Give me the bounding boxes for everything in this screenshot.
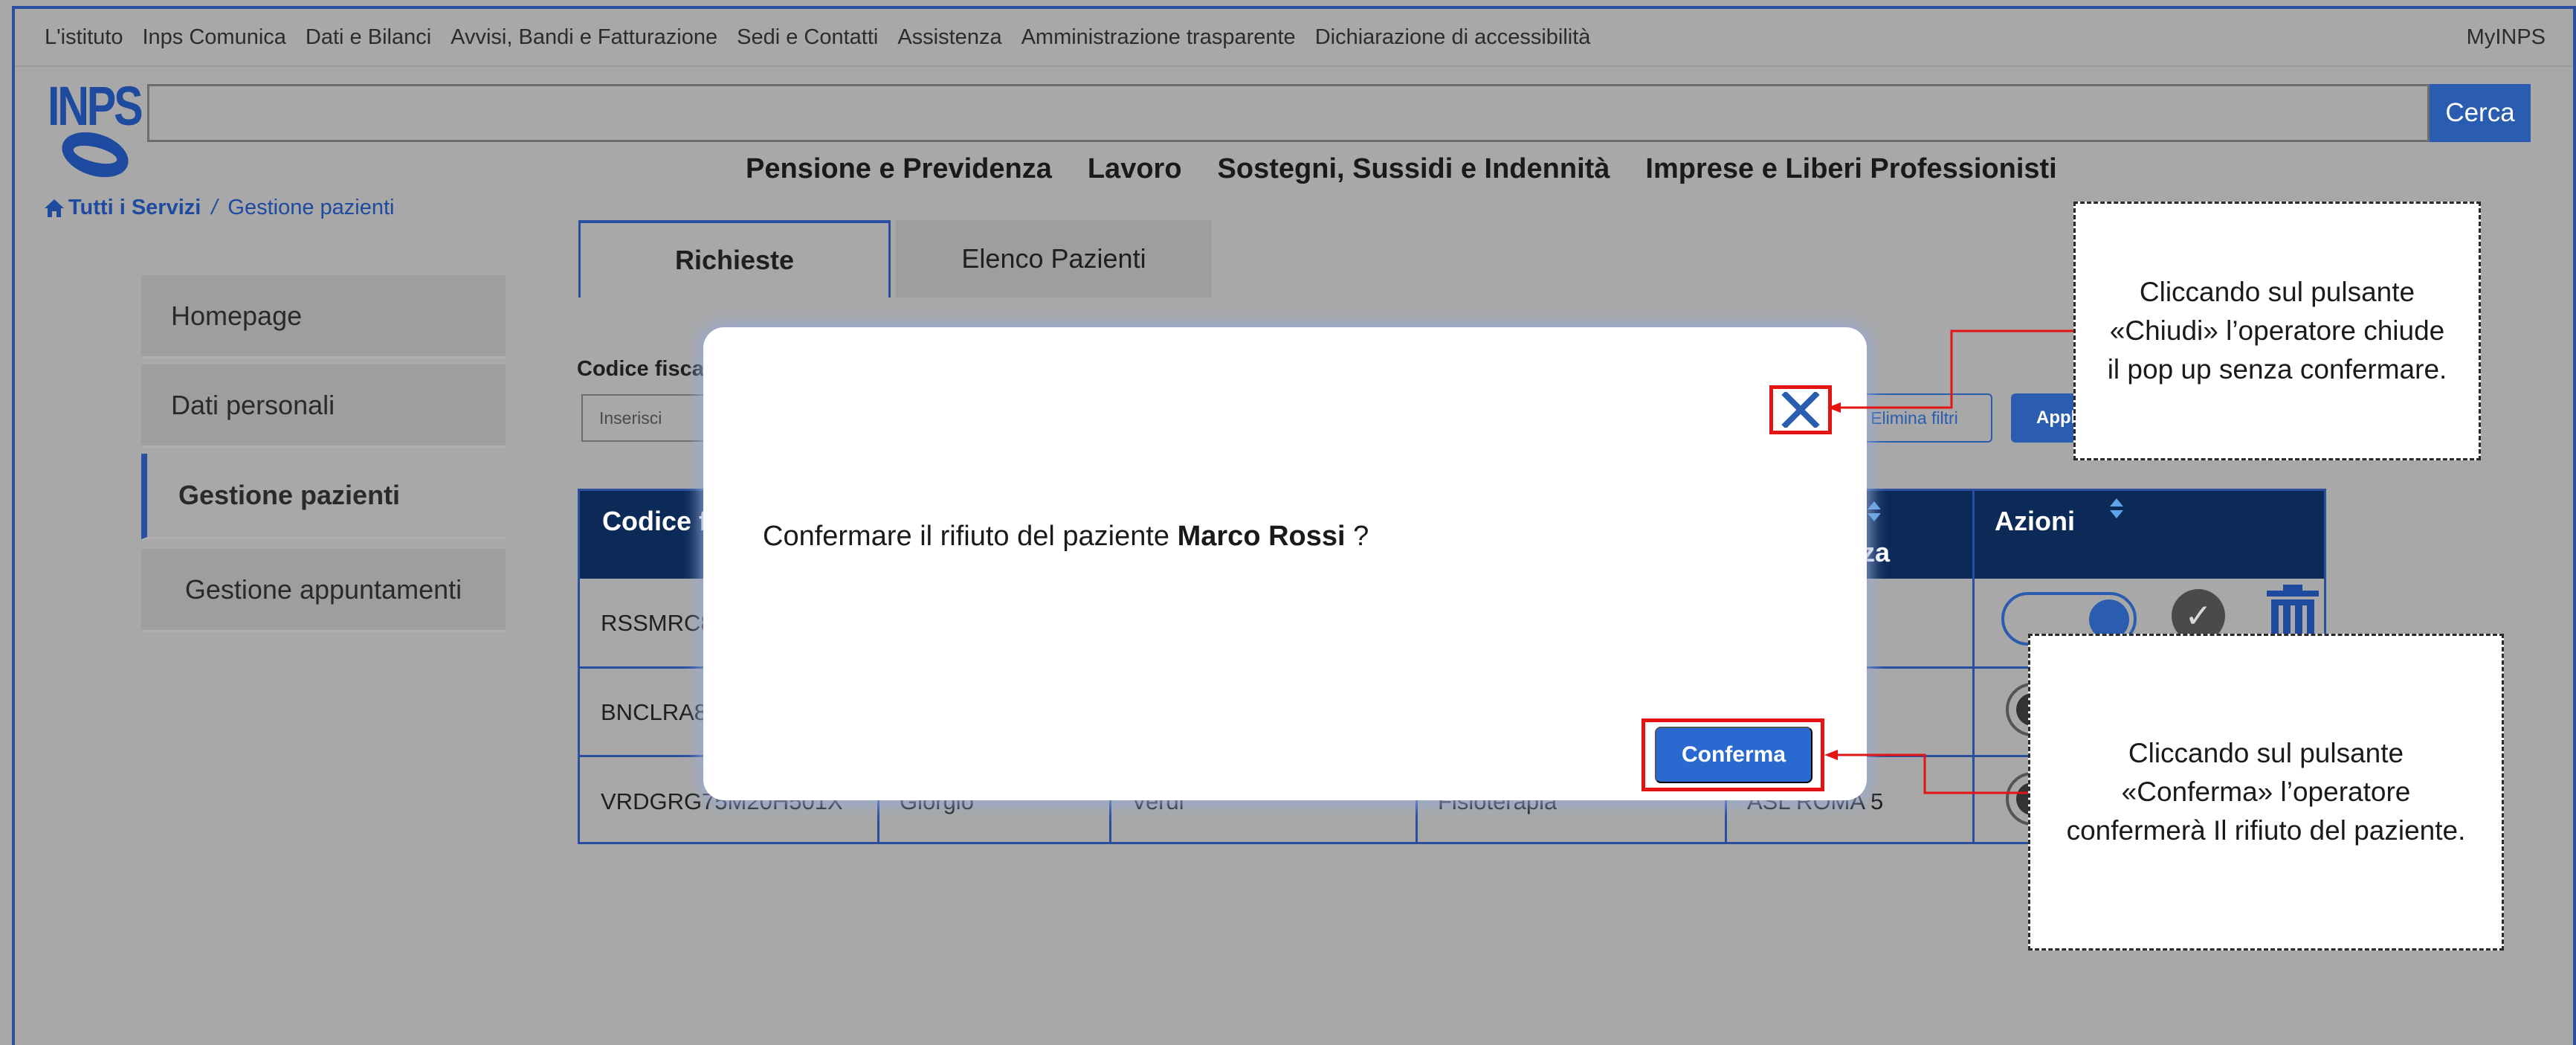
callout-confirm-explanation: Cliccando sul pulsante «Conferma» l’oper… <box>2028 634 2504 951</box>
arrow-head <box>1824 750 1838 760</box>
callout-close-explanation: Cliccando sul pulsante «Chiudi» l’operat… <box>2073 202 2481 460</box>
arrow-line <box>1838 329 2073 409</box>
callout-text: Cliccando sul pulsante «Conferma» l’oper… <box>2066 738 2466 846</box>
callout-text: Cliccando sul pulsante «Chiudi» l’operat… <box>2107 277 2447 385</box>
arrow-line <box>1829 753 2028 794</box>
arrow-head <box>1827 402 1841 413</box>
